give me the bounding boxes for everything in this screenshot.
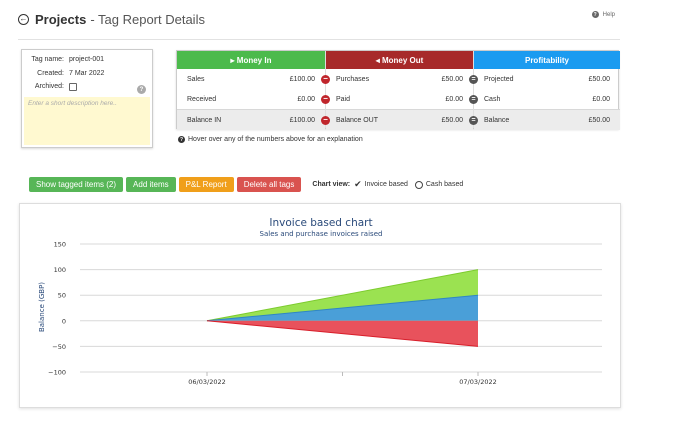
balance-out-row: − Balance OUT £50.00 <box>321 109 473 130</box>
money-out-column: ◂ Money Out − Purchases £50.00 − Paid £0… <box>321 51 473 130</box>
cash-based-radio[interactable] <box>414 180 423 189</box>
projected-value[interactable]: £50.00 <box>589 76 610 83</box>
paid-value[interactable]: £0.00 <box>445 96 463 103</box>
sales-value[interactable]: £100.00 <box>290 76 315 83</box>
equals-icon: = <box>469 94 478 104</box>
help-link[interactable]: ? Help <box>591 11 615 18</box>
header-divider <box>18 39 620 40</box>
balance-in-value[interactable]: £100.00 <box>290 117 315 124</box>
description-textarea[interactable]: Enter a short description here.. <box>24 97 150 145</box>
chart-title: Invoice based chart <box>269 217 372 229</box>
cash-based-option[interactable]: Cash based <box>426 181 463 188</box>
x-tick-label: 06/03/2022 <box>188 378 225 386</box>
add-items-button[interactable]: Add items <box>126 177 176 192</box>
page-title: Projects <box>35 11 87 27</box>
sales-row: Sales £100.00 <box>187 75 315 83</box>
info-icon[interactable]: ? <box>137 85 146 94</box>
question-icon: ? <box>591 11 599 18</box>
received-row: Received £0.00 <box>187 95 315 103</box>
minus-icon: − <box>321 94 330 104</box>
page-subtitle: - Tag Report Details <box>90 11 205 27</box>
profitability-header[interactable]: Profitability <box>474 51 620 69</box>
created-value: 7 Mar 2022 <box>69 69 105 77</box>
minus-icon: − <box>321 115 330 125</box>
created-label: Created: <box>37 69 64 77</box>
cash-value[interactable]: £0.00 <box>592 96 610 103</box>
y-tick-label: −50 <box>52 343 66 351</box>
x-tick-label: 07/03/2022 <box>459 378 496 386</box>
invoice-chart: 150 100 50 0 −50 −100 06/03/2022 07/03/2022 In… <box>38 217 602 386</box>
checkmark-icon[interactable]: ✔ <box>354 179 362 190</box>
y-axis-label: Balance (GBP) <box>38 282 46 332</box>
tag-details-panel: Tag name: project-001 Created: 7 Mar 202… <box>21 49 153 148</box>
money-summary-table: ▸ Money In Sales £100.00 Received £0.00 … <box>176 50 620 130</box>
y-tick-label: 100 <box>54 266 66 274</box>
help-label: Help <box>602 11 615 18</box>
purchases-row: − Purchases £50.00 <box>321 69 473 89</box>
money-in-column: ▸ Money In Sales £100.00 Received £0.00 … <box>177 51 325 130</box>
chart-view-label: Chart view: <box>312 181 351 188</box>
balance-row: = Balance £50.00 <box>469 109 620 130</box>
profitability-column: Profitability = Projected £50.00 = Cash … <box>469 51 620 130</box>
equals-icon: = <box>469 74 478 84</box>
page-header: ← Projects - Tag Report Details <box>18 10 205 28</box>
tag-name-label: Tag name: <box>31 56 64 64</box>
purchases-value[interactable]: £50.00 <box>442 76 463 83</box>
hover-hint: ? Hover over any of the numbers above fo… <box>178 136 363 143</box>
money-out-header[interactable]: ◂ Money Out <box>326 51 473 69</box>
tag-name-value: project-001 <box>69 56 105 64</box>
minus-icon: − <box>321 74 330 84</box>
action-toolbar: Show tagged items (2) Add items P&L Repo… <box>29 177 463 192</box>
y-tick-label: −100 <box>48 369 66 377</box>
question-icon: ? <box>178 136 185 143</box>
projected-row: = Projected £50.00 <box>469 69 620 89</box>
y-tick-label: 50 <box>58 292 66 300</box>
archived-label: Archived: <box>34 83 64 91</box>
pl-report-button[interactable]: P&L Report <box>178 177 234 192</box>
y-tick-label: 0 <box>62 317 66 325</box>
chart-subtitle: Sales and purchase invoices raised <box>260 230 383 238</box>
chart-panel: 150 100 50 0 −50 −100 06/03/2022 07/03/2022 In… <box>19 203 621 408</box>
delete-all-tags-button[interactable]: Delete all tags <box>236 177 302 192</box>
show-tagged-items-button[interactable]: Show tagged items (2) <box>29 177 124 192</box>
balance-value[interactable]: £50.00 <box>589 117 610 124</box>
invoice-based-option[interactable]: Invoice based <box>365 181 408 188</box>
back-arrow-icon[interactable]: ← <box>18 13 29 25</box>
balance-in-row: Balance IN £100.00 <box>177 109 325 130</box>
money-in-header[interactable]: ▸ Money In <box>177 51 325 69</box>
cash-row: = Cash £0.00 <box>469 89 620 109</box>
received-value[interactable]: £0.00 <box>297 96 315 103</box>
y-tick-label: 150 <box>54 241 66 249</box>
paid-row: − Paid £0.00 <box>321 89 473 109</box>
archived-checkbox[interactable] <box>69 82 77 91</box>
balance-out-value[interactable]: £50.00 <box>442 117 463 124</box>
chart-view-selector: Chart view: ✔ Invoice based Cash based <box>312 179 463 190</box>
equals-icon: = <box>469 115 478 125</box>
